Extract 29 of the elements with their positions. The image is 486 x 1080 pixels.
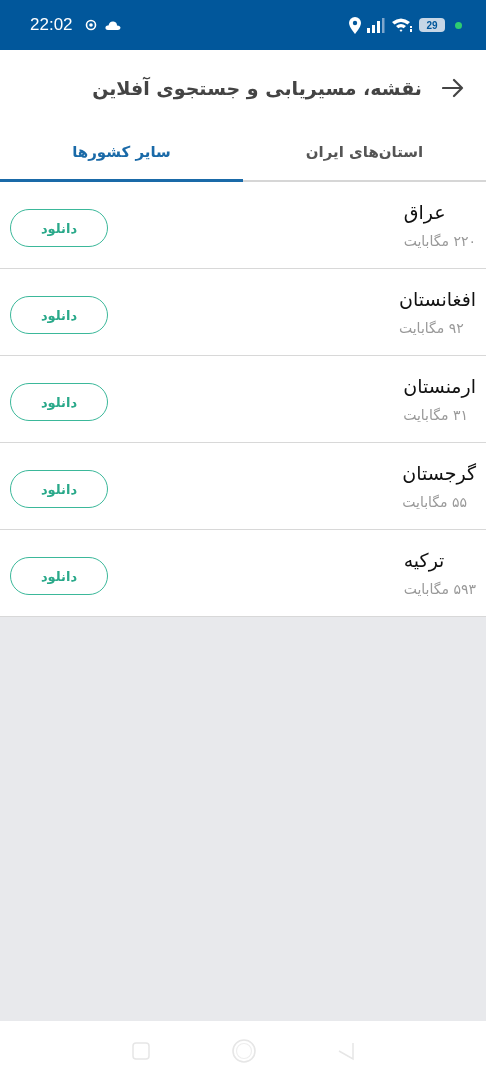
country-name: ارمنستان	[403, 375, 476, 397]
file-size: ۵۹۳ مگابایت	[403, 581, 476, 597]
home-icon[interactable]	[231, 1037, 257, 1064]
country-name: گرجستان	[402, 462, 476, 484]
download-button[interactable]: دانلود	[10, 209, 108, 247]
back-arrow-icon[interactable]	[442, 77, 464, 98]
signal-icon	[367, 17, 385, 33]
page-title: نقشه، مسیریابی و جستجوی آفلاین	[92, 76, 422, 99]
location-icon	[349, 16, 361, 34]
file-size: ۲۲۰ مگابایت	[403, 233, 476, 249]
download-button[interactable]: دانلود	[10, 296, 108, 334]
file-size: ۳۱ مگابایت	[403, 407, 468, 423]
target-icon	[84, 19, 97, 31]
indicator-dot	[455, 21, 462, 29]
country-name: ترکیه	[403, 549, 445, 571]
download-button[interactable]: دانلود	[10, 383, 108, 421]
cloud-icon	[104, 20, 121, 30]
download-button[interactable]: دانلود	[10, 557, 108, 595]
country-name: عراق	[403, 201, 446, 223]
clock-time: 22:02	[30, 15, 73, 35]
tab[interactable]: استان‌های ایران	[243, 125, 486, 182]
download-button[interactable]: دانلود	[10, 470, 108, 508]
battery-icon: 29	[419, 18, 445, 32]
recents-icon[interactable]	[131, 1040, 151, 1061]
country-name: افغانستان	[398, 288, 476, 310]
back-icon[interactable]	[337, 1040, 355, 1061]
file-size: ۹۲ مگابایت	[398, 320, 464, 336]
file-size: ۵۵ مگابایت	[402, 494, 468, 510]
wifi-icon	[391, 17, 413, 33]
